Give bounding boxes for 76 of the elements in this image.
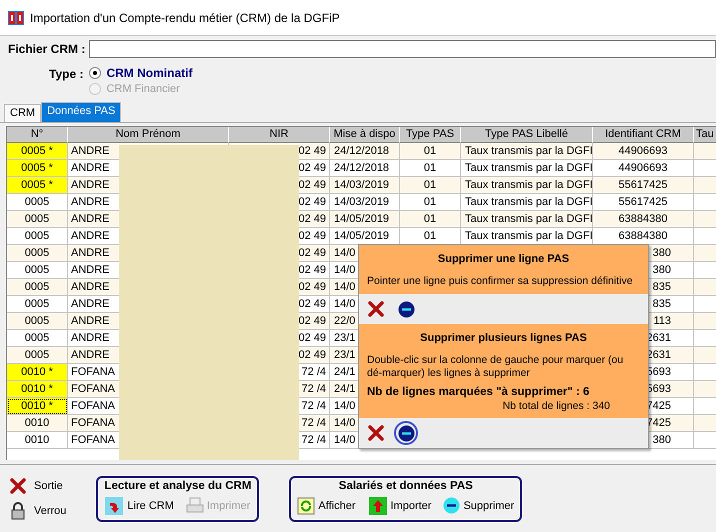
table-cell: 01 [400,194,461,211]
refresh-icon [297,496,316,514]
row-number-cell[interactable]: 0005 [7,245,68,262]
table-cell: 01 [400,211,461,228]
table-cell: 14/03/2019 [330,177,400,194]
radio-option[interactable]: CRM Nominatif [89,66,192,80]
toolbar-button[interactable]: Afficher [297,496,356,516]
row-number-cell[interactable]: 0010 [7,432,68,449]
column-header[interactable]: Tau [694,127,716,143]
row-number-cell[interactable]: 0005 * [7,143,68,160]
exit-button[interactable]: Sortie [10,478,66,494]
column-header[interactable]: NIR [229,127,330,143]
column-header[interactable]: Type PAS [400,127,461,143]
toolbar-button[interactable]: Lire CRM [104,496,174,516]
row-number-cell[interactable]: 0005 [7,228,68,245]
table-cell: Taux transmis par la DGFI [461,194,593,211]
table-cell: Taux transmis par la DGFI [461,211,593,228]
column-header[interactable]: Nom Prénom [68,127,229,143]
row-number-cell[interactable]: 0005 * [7,160,68,177]
column-header[interactable]: N° [7,127,68,143]
row-number-cell[interactable]: 0005 [7,330,68,347]
row-number-cell[interactable]: 0005 [7,262,68,279]
cancel-icon[interactable] [368,301,384,317]
toolbar-button[interactable]: Importer [368,496,432,516]
row-number-cell[interactable]: 0005 [7,347,68,364]
table-cell: 55617425 [593,177,694,194]
table-cell: 01 [400,177,461,194]
row-number-cell[interactable]: 0010 * [7,398,68,415]
file-input-field[interactable] [89,40,716,58]
table-cell: 01 [400,160,461,177]
table-cell: 24/12/2018 [330,143,400,160]
column-header[interactable]: Type PAS Libellé [461,127,593,143]
row-number-cell[interactable]: 0010 * [7,381,68,398]
table-cell: 55617425 [593,194,694,211]
table-cell: 44906693 [593,160,694,177]
panel-title: Supprimer plusieurs lignes PAS [419,331,588,346]
window-title: Importation d'un Compte-rendu métier (CRM) de la DGFiP [30,10,340,24]
app-logo-icon [8,10,24,26]
xml-file-icon [104,496,124,516]
row-number-cell[interactable]: 0005 [7,313,68,330]
row-number-cell[interactable]: 0005 [7,279,68,296]
row-number-cell[interactable]: 0010 [7,415,68,432]
lock-button[interactable]: Verrou [10,502,66,520]
minus-circle-icon [443,497,460,514]
cancel-icon[interactable] [368,425,384,441]
row-number-cell[interactable]: 0010 * [7,364,68,381]
padlock-icon [10,502,26,520]
tab[interactable]: Données PAS [41,102,122,122]
row-number-cell[interactable]: 0005 [7,296,68,313]
type-label: Type : [49,66,84,83]
table-cell: Taux transmis par la DGFI [461,143,593,160]
row-number-cell[interactable]: 0005 [7,211,68,228]
minus-circle-icon [398,424,414,442]
table-cell: 63884380 [593,211,694,228]
table-cell: Taux transmis par la DGFI [461,160,593,177]
row-number-cell[interactable]: 0005 * [7,177,68,194]
table-cell: 01 [400,143,461,160]
group-title: Salariés et données PAS [338,480,474,492]
table-cell: Taux transmis par la DGFI [461,177,593,194]
toolbar-button[interactable]: Supprimer [443,496,514,516]
cross-icon [10,478,26,494]
file-label: Fichier CRM : [8,42,86,56]
table-cell: 44906693 [593,143,694,160]
panel-title: Supprimer une ligne PAS [436,252,570,267]
column-header[interactable]: Mise à dispo [330,127,400,143]
minus-circle-icon [398,300,414,318]
table-cell: 14/05/2019 [330,228,400,245]
row-number-cell[interactable]: 0005 [7,194,68,211]
table-cell: 14/05/2019 [330,211,400,228]
group-title: Lecture et analyse du CRM [104,480,252,492]
printer-icon [186,496,204,514]
delete-button[interactable] [394,421,418,445]
tab[interactable]: CRM [4,104,42,122]
table-cell: 14/03/2019 [330,194,400,211]
column-header[interactable]: Identifiant CRM [593,127,694,143]
table-cell: 24/12/2018 [330,160,400,177]
